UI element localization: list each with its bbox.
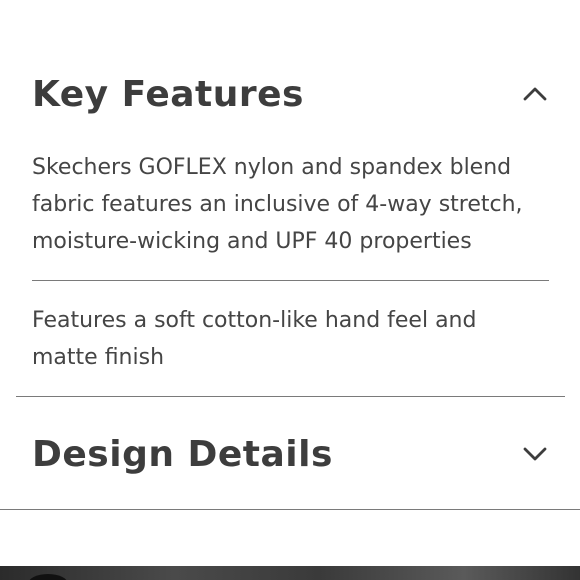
product-details-panel: Key Features Skechers GOFLEX nylon and s… [0, 0, 580, 580]
key-features-title: Key Features [32, 73, 304, 115]
chevron-down-icon[interactable] [522, 441, 548, 467]
product-image [0, 566, 580, 580]
feature-item: Skechers GOFLEX nylon and spandex blend … [32, 155, 523, 254]
product-image-shape [28, 574, 68, 580]
chevron-up-icon[interactable] [522, 81, 548, 107]
feature-item: Features a soft cotton-like hand feel an… [32, 308, 477, 370]
key-features-toggle[interactable]: Key Features [32, 68, 548, 120]
design-details-title: Design Details [32, 433, 333, 475]
divider [32, 280, 549, 281]
section-divider [0, 509, 580, 510]
design-details-toggle[interactable]: Design Details [32, 428, 548, 480]
section-divider [16, 396, 565, 397]
